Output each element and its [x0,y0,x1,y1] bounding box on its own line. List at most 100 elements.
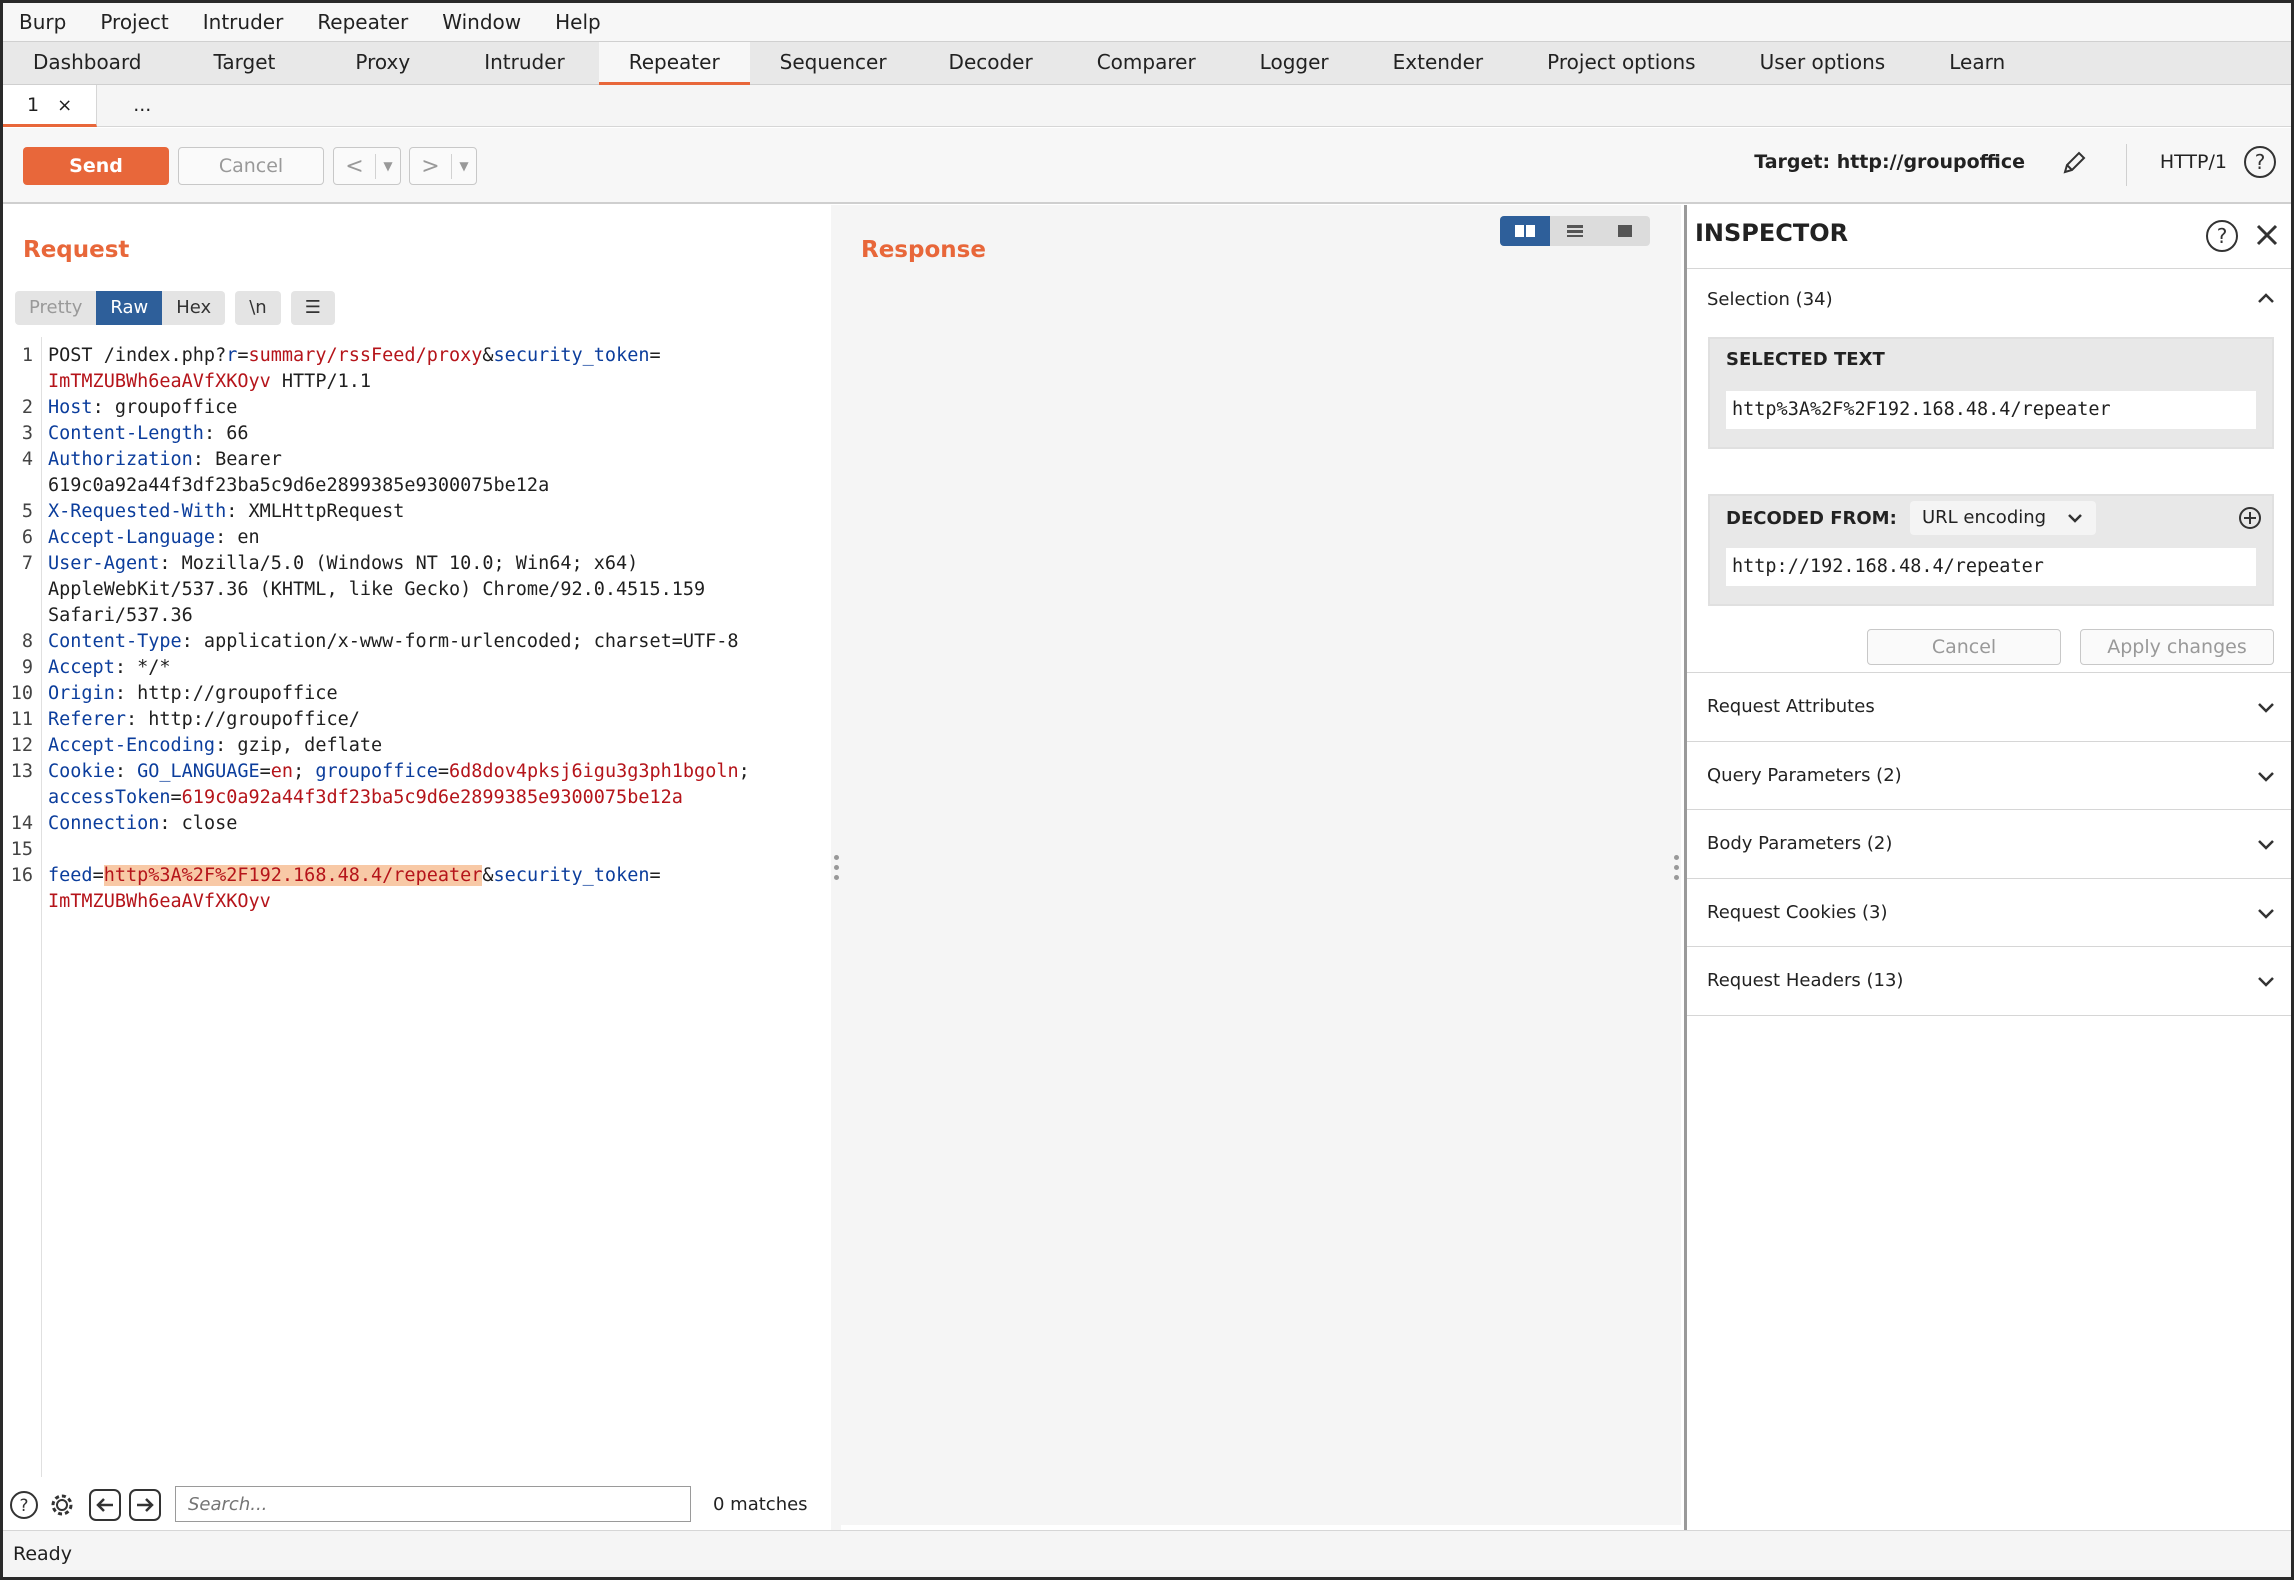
back-button[interactable]: < ▼ [333,147,401,185]
token-text: : close [159,813,238,834]
token-key: X-Requested-With [48,501,227,522]
panel-splitter[interactable] [831,205,841,1530]
selection-label[interactable]: Selection (34) [1707,289,1833,310]
tab-proxy[interactable]: Proxy [315,42,450,85]
line-number: 11 [10,709,33,730]
request-headers-section[interactable]: Request Headers (13) [1687,948,2291,1016]
token-text: HTTP/1.1 [270,371,372,392]
menu-help[interactable]: Help [555,10,601,34]
repeater-toolbar: Send Cancel < ▼ > ▼ Target: http://groupof… [3,128,2291,204]
token-text: : gzip, deflate [215,735,383,756]
gear-icon[interactable] [47,1490,77,1525]
pencil-icon[interactable] [2059,148,2089,183]
line-number: 6 [21,527,33,548]
tab-extender[interactable]: Extender [1361,42,1516,85]
token-text: : http://groupoffice [114,683,338,704]
tab-repeater[interactable]: Repeater [598,42,750,85]
section-label: Request Cookies (3) [1707,902,1888,923]
tab-logger[interactable]: Logger [1228,42,1361,85]
section-label: Body Parameters (2) [1707,833,1893,854]
code-line: 2 Host: groupoffice [3,395,238,421]
request-editor[interactable]: 1 POST /index.php?r=summary/rssFeed/proxy… [3,337,831,1477]
hamburger-menu-icon[interactable]: ☰ [290,291,335,325]
hex-view-button[interactable]: Hex [162,291,226,325]
repeater-tab-label: 1 [27,94,40,116]
line-text: Accept-Encoding: gzip, deflate [48,733,382,759]
chevron-down-icon [2066,501,2084,547]
encoding-dropdown[interactable]: URL encoding [1910,501,2096,535]
help-icon[interactable]: ? [2205,219,2239,258]
request-attributes-section[interactable]: Request Attributes [1687,674,2291,742]
menu-window[interactable]: Window [442,10,521,34]
new-tab-button[interactable]: ... [97,85,187,127]
splitter-grip-icon[interactable] [1674,855,1680,885]
section-label: Request Attributes [1707,696,1875,717]
tab-learn[interactable]: Learn [1917,42,2037,85]
repeater-tab-bar: 1 × ... [3,85,2291,127]
token-text: : XMLHttpRequest [226,501,405,522]
svg-text:?: ? [2255,150,2266,174]
token-key: User-Agent [48,553,160,574]
tab-decoder[interactable]: Decoder [917,42,1065,85]
http-version-toggle[interactable]: HTTP/1 [2160,151,2227,173]
search-input[interactable] [175,1486,691,1522]
line-number: 12 [10,735,33,756]
raw-view-button[interactable]: Raw [96,291,163,325]
side-by-side-layout-icon[interactable] [1500,216,1550,246]
token-text: : http://groupoffice/ [125,709,360,730]
tab-intruder[interactable]: Intruder [450,42,599,85]
newline-toggle-button[interactable]: \n [235,291,281,325]
close-icon[interactable]: × [57,95,72,116]
menu-project[interactable]: Project [100,10,168,34]
help-icon[interactable]: ? [2243,145,2277,184]
line-text: 619c0a92a44f3df23ba5c9d6e2899385e9300075… [48,473,549,499]
selection-section: Selection (34) SELECTED TEXT http%3A%2F%… [1687,269,2291,673]
splitter-grip-icon[interactable] [834,855,840,885]
stacked-layout-icon[interactable] [1550,216,1600,246]
add-decoding-icon[interactable] [2238,506,2262,535]
line-number: 2 [21,397,33,418]
tab-comparer[interactable]: Comparer [1065,42,1228,85]
token-value: en [270,761,294,782]
token-text: = [437,761,450,782]
line-number: 5 [21,501,33,522]
tab-dashboard[interactable]: Dashboard [3,42,174,85]
tab-target[interactable]: Target [174,42,316,85]
token-text: = [92,865,104,886]
apply-changes-button[interactable]: Apply changes [2080,629,2274,665]
token-text: : groupoffice [92,397,238,418]
menu-repeater[interactable]: Repeater [317,10,408,34]
menu-bar: Burp Project Intruder Repeater Window He… [3,3,2291,41]
chevron-up-icon[interactable] [2255,287,2277,314]
close-icon[interactable] [2253,221,2281,254]
next-match-icon[interactable] [129,1489,161,1526]
previous-match-icon[interactable] [89,1489,121,1526]
encoding-value: URL encoding [1922,507,2047,528]
help-icon[interactable]: ? [9,1490,39,1525]
decoded-text-field[interactable]: http://192.168.48.4/repeater [1726,548,2256,586]
line-text: Authorization: Bearer [48,447,282,473]
tab-project-options[interactable]: Project options [1515,42,1727,85]
selected-text-field[interactable]: http%3A%2F%2F192.168.48.4/repeater [1726,391,2256,429]
send-button[interactable]: Send [23,147,169,185]
pretty-view-button[interactable]: Pretty [15,291,97,325]
request-cookies-section[interactable]: Request Cookies (3) [1687,880,2291,947]
query-parameters-section[interactable]: Query Parameters (2) [1687,743,2291,810]
tab-user-options[interactable]: User options [1728,42,1918,85]
line-text: Accept-Language: en [48,525,260,551]
chevron-down-icon[interactable]: ▼ [452,159,476,173]
body-parameters-section[interactable]: Body Parameters (2) [1687,811,2291,879]
token-key: Connection [48,813,160,834]
inspector-cancel-button[interactable]: Cancel [1867,629,2061,665]
chevron-down-icon[interactable]: ▼ [376,159,400,173]
cancel-button[interactable]: Cancel [178,147,324,185]
response-title: Response [861,237,986,263]
forward-button[interactable]: > ▼ [409,147,477,185]
repeater-tab-1[interactable]: 1 × [3,85,98,127]
menu-burp[interactable]: Burp [19,10,66,34]
tab-sequencer[interactable]: Sequencer [750,42,917,85]
code-line: 13 Cookie: GO_LANGUAGE=en; groupoffice=6d… [3,759,750,785]
code-line: 8 Content-Type: application/x-www-form-ur… [3,629,739,655]
tabbed-layout-icon[interactable] [1600,216,1650,246]
menu-intruder[interactable]: Intruder [203,10,284,34]
